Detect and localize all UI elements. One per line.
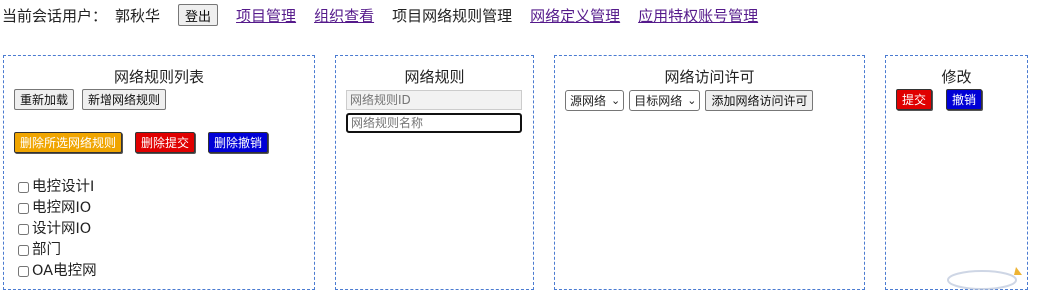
- reload-button[interactable]: 重新加载: [14, 89, 75, 110]
- rule-checkbox[interactable]: [18, 245, 29, 256]
- session-user-name: 郭秋华: [115, 6, 161, 25]
- rule-id-field[interactable]: [346, 90, 522, 110]
- logout-button[interactable]: 登出: [178, 4, 219, 26]
- rule-label: 设计网IO: [32, 221, 92, 237]
- chevron-down-icon: ⌄: [687, 94, 697, 107]
- edit-panel: 修改 提交 撤销: [885, 55, 1028, 290]
- top-bar: 当前会话用户： 郭秋华 登出 项目管理 组织查看 项目网络规则管理 网络定义管理…: [2, 4, 776, 26]
- rule-checkbox-list: 电控设计I 电控网IO 设计网IO 部门 OA电控网: [18, 177, 97, 282]
- rule-list-panel: 网络规则列表 重新加载 新增网络规则 删除所选网络规则 删除提交 删除撤销 电控…: [3, 55, 315, 290]
- rule-item[interactable]: 设计网IO: [18, 219, 97, 240]
- delete-commit-button[interactable]: 删除提交: [135, 132, 196, 153]
- nav-network-definition[interactable]: 网络定义管理: [530, 5, 620, 26]
- rule-label: OA电控网: [32, 263, 97, 279]
- eworks-watermark-logo: [944, 262, 1032, 294]
- rule-checkbox[interactable]: [18, 203, 29, 214]
- eworks-logo-icon: [947, 267, 1022, 290]
- delete-selected-button[interactable]: 删除所选网络规则: [14, 132, 123, 153]
- access-permit-panel: 网络访问许可 源网络 ⌄ 目标网络 ⌄ 添加网络访问许可: [554, 55, 865, 290]
- rule-name-field[interactable]: [346, 113, 522, 133]
- delete-cancel-button[interactable]: 删除撤销: [208, 132, 269, 153]
- rule-editor-title: 网络规则: [404, 68, 465, 86]
- rule-item[interactable]: 部门: [18, 240, 97, 261]
- nav-organization-view[interactable]: 组织查看: [314, 5, 374, 26]
- rule-label: 电控设计I: [32, 179, 95, 195]
- rule-item[interactable]: 电控设计I: [18, 177, 97, 198]
- rule-label: 电控网IO: [32, 200, 92, 216]
- source-network-value: 源网络: [570, 94, 607, 108]
- session-user-label: 当前会话用户：: [2, 6, 108, 25]
- rule-label: 部门: [32, 242, 61, 258]
- rule-list-title: 网络规则列表: [113, 68, 204, 86]
- nav-project-management[interactable]: 项目管理: [236, 5, 296, 26]
- rule-checkbox[interactable]: [18, 182, 29, 193]
- rule-editor-panel: 网络规则: [335, 55, 534, 290]
- rule-item[interactable]: OA电控网: [18, 261, 97, 282]
- add-rule-button[interactable]: 新增网络规则: [82, 89, 167, 110]
- rule-item[interactable]: 电控网IO: [18, 198, 97, 219]
- target-network-select[interactable]: 目标网络 ⌄: [629, 90, 701, 111]
- submit-button[interactable]: 提交: [896, 89, 933, 110]
- source-network-select[interactable]: 源网络 ⌄: [565, 90, 625, 111]
- cancel-button[interactable]: 撤销: [946, 89, 983, 110]
- nav-privileged-accounts[interactable]: 应用特权账号管理: [638, 5, 758, 26]
- chevron-down-icon: ⌄: [611, 94, 621, 107]
- access-permit-title: 网络访问许可: [664, 68, 755, 86]
- nav-project-network-rules: 项目网络规则管理: [392, 6, 513, 25]
- target-network-value: 目标网络: [634, 94, 683, 108]
- add-access-permit-button[interactable]: 添加网络访问许可: [705, 90, 814, 111]
- rule-checkbox[interactable]: [18, 266, 29, 277]
- edit-title: 修改: [941, 68, 972, 86]
- rule-checkbox[interactable]: [18, 224, 29, 235]
